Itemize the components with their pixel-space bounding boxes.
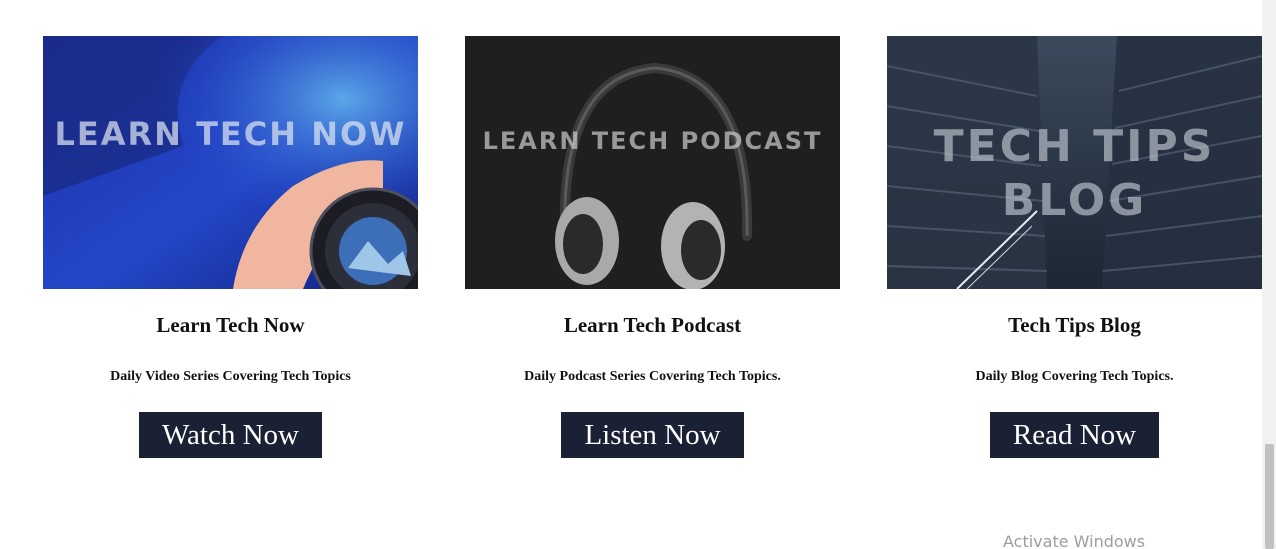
activate-windows-watermark: Activate Windows [1003, 532, 1146, 549]
card-title: Tech Tips Blog [1008, 313, 1141, 337]
learn-tech-now-image[interactable]: LEARN TECH NOW [43, 36, 418, 289]
listen-now-button[interactable]: Listen Now [561, 412, 744, 458]
card-description: Daily Podcast Series Covering Tech Topic… [524, 369, 781, 384]
scrollbar-thumb[interactable] [1265, 444, 1274, 549]
learn-tech-podcast-image[interactable]: LEARN TECH PODCAST [465, 36, 840, 289]
card-title: Learn Tech Podcast [563, 313, 742, 337]
image-overlay-text: LEARN TECH NOW [54, 115, 407, 153]
card-title: Learn Tech Now [156, 313, 305, 337]
card-learn-tech-podcast: LEARN TECH PODCAST Learn Tech Podcast Da… [465, 36, 840, 458]
camera-lens-photo [43, 36, 418, 289]
headphones-photo [465, 36, 840, 289]
card-tech-tips-blog: TECH TIPS BLOG Tech Tips Blog Daily Blog… [887, 36, 1262, 458]
overlay-line-1: TECH TIPS [933, 121, 1216, 172]
card-description: Daily Video Series Covering Tech Topics [110, 369, 351, 384]
page: LEARN TECH NOW Learn Tech Now Daily Vide… [0, 0, 1276, 549]
tech-tips-blog-image[interactable]: TECH TIPS BLOG [887, 36, 1262, 289]
vertical-scrollbar[interactable] [1262, 0, 1276, 549]
image-overlay-text: LEARN TECH PODCAST [482, 127, 823, 155]
read-now-button[interactable]: Read Now [989, 412, 1160, 458]
image-overlay-text: TECH TIPS BLOG [887, 120, 1262, 228]
card-description: Daily Blog Covering Tech Topics. [975, 369, 1174, 384]
card-learn-tech-now: LEARN TECH NOW Learn Tech Now Daily Vide… [43, 36, 418, 458]
watch-now-button[interactable]: Watch Now [139, 412, 322, 458]
overlay-line-2: BLOG [1001, 175, 1148, 226]
